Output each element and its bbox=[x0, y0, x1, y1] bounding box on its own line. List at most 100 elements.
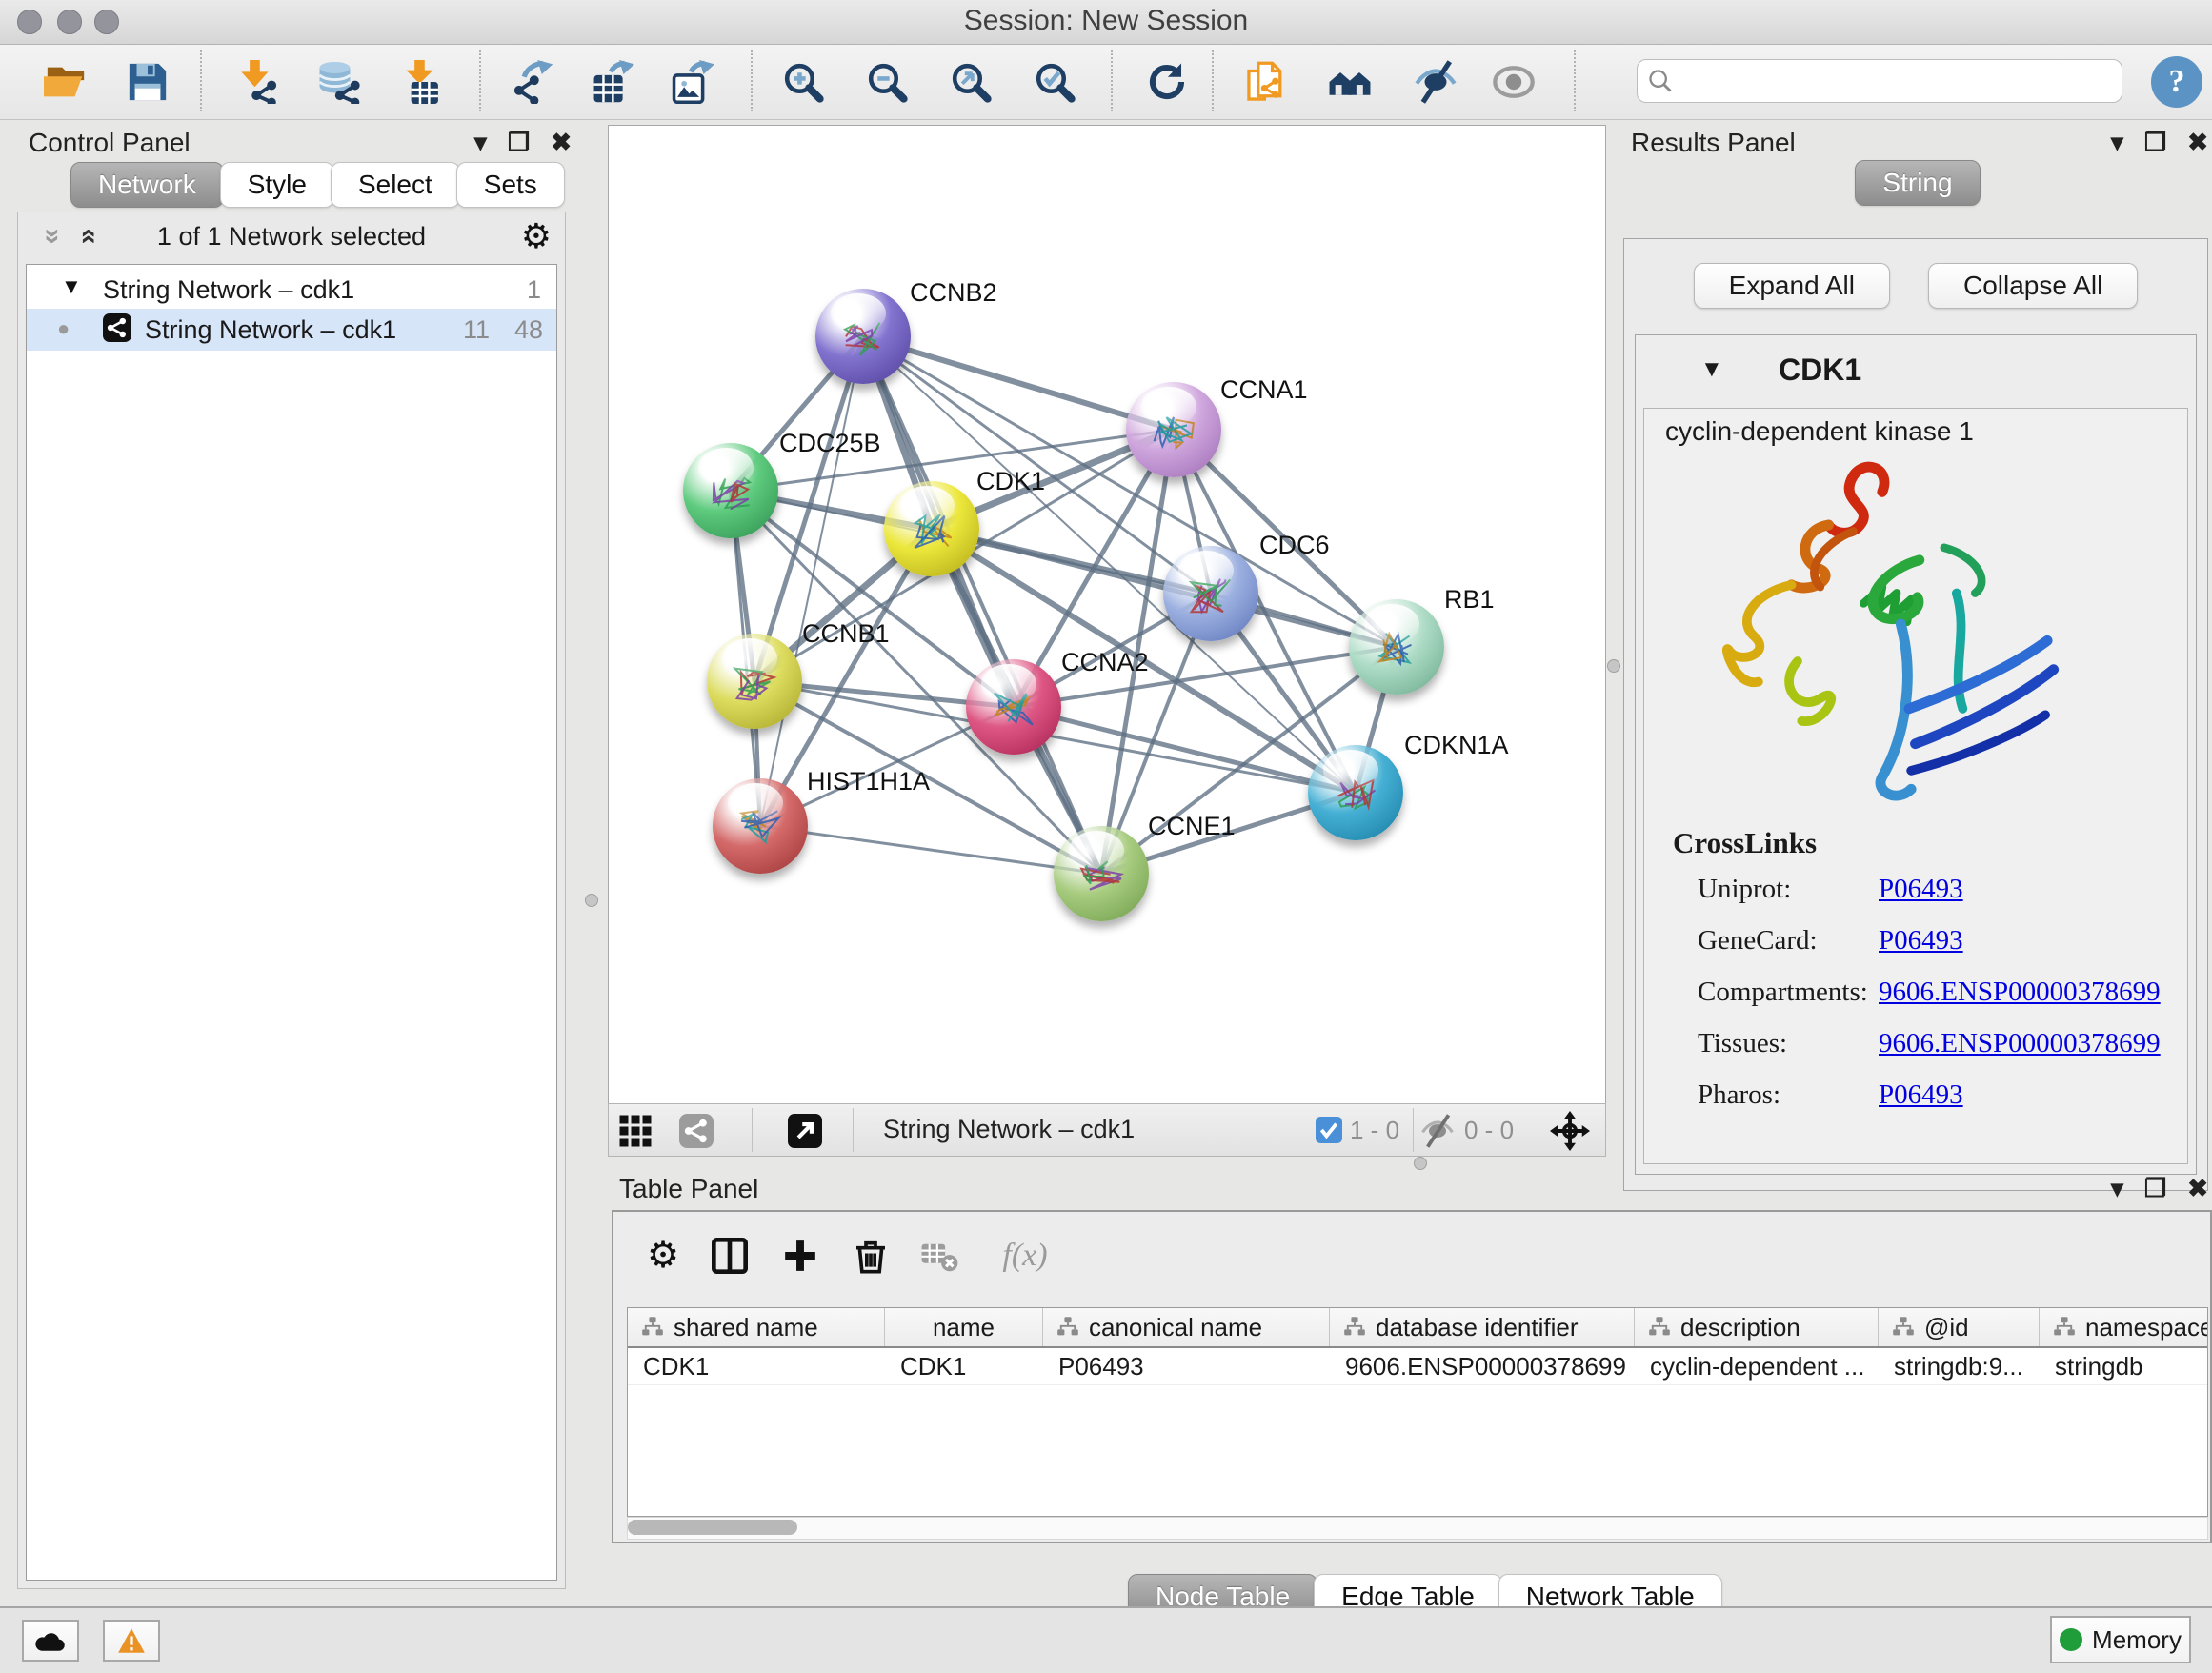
network-node-CCNB2[interactable] bbox=[815, 289, 911, 384]
crosslink-uniprot-link[interactable]: P06493 bbox=[1879, 874, 1963, 905]
export-network-button[interactable] bbox=[505, 54, 560, 110]
panel-float-icon[interactable]: ❐ bbox=[508, 128, 530, 157]
column-header-namespace[interactable]: namespace bbox=[2040, 1308, 2207, 1346]
network-collection-row[interactable]: ▼ String Network – cdk1 1 bbox=[27, 271, 556, 309]
vertical-splitter-handle[interactable] bbox=[585, 894, 598, 907]
vertical-splitter-handle[interactable] bbox=[1607, 659, 1620, 673]
network-node-CDK1[interactable] bbox=[884, 481, 979, 576]
network-canvas[interactable]: CCNB2CCNA1CDC25BCDK1CDC6RB1CCNB1CCNA2CDK… bbox=[608, 125, 1606, 1104]
column-header-shared-name[interactable]: shared name bbox=[628, 1308, 885, 1346]
pan-mode-button[interactable] bbox=[1550, 1111, 1590, 1151]
crosslink-tissues-link[interactable]: 9606.ENSP00000378699 bbox=[1879, 1028, 2161, 1059]
table-row[interactable]: CDK1 CDK1 P06493 9606.ENSP00000378699 cy… bbox=[628, 1348, 2207, 1385]
show-columns-button[interactable] bbox=[707, 1233, 753, 1279]
open-session-button[interactable] bbox=[38, 54, 93, 110]
column-header-id[interactable]: @id bbox=[1879, 1308, 2040, 1346]
panel-menu-icon[interactable]: ▾ bbox=[474, 128, 487, 157]
column-header-database-identifier[interactable]: database identifier bbox=[1330, 1308, 1635, 1346]
network-node-CCNB1[interactable] bbox=[707, 634, 802, 729]
network-node-HIST1H1A[interactable] bbox=[713, 778, 808, 874]
network-node-CCNE1[interactable] bbox=[1054, 826, 1149, 921]
tab-string[interactable]: String bbox=[1855, 160, 1980, 206]
network-options-gear-icon[interactable]: ⚙ bbox=[521, 216, 552, 256]
duplicate-network-button[interactable] bbox=[1238, 54, 1294, 110]
network-node-CCNA1[interactable] bbox=[1126, 382, 1221, 477]
column-label: canonical name bbox=[1089, 1313, 1262, 1342]
search-input[interactable] bbox=[1683, 62, 2106, 98]
selected-filter-checkbox[interactable] bbox=[1316, 1117, 1342, 1143]
network-row-selected[interactable]: ● String Network – cdk1 11 48 bbox=[27, 309, 556, 351]
import-network-database-button[interactable] bbox=[311, 54, 366, 110]
panel-close-icon[interactable]: ✖ bbox=[2187, 1174, 2208, 1203]
export-table-button[interactable] bbox=[585, 54, 640, 110]
hide-selected-button[interactable] bbox=[1408, 54, 1463, 110]
zoom-fit-button[interactable] bbox=[943, 54, 998, 110]
crosslink-genecard-link[interactable]: P06493 bbox=[1879, 925, 1963, 957]
cloud-status-button[interactable] bbox=[22, 1620, 79, 1662]
open-view-in-window-button[interactable] bbox=[788, 1114, 822, 1148]
apply-layout-button[interactable] bbox=[1139, 54, 1195, 110]
search-icon bbox=[1647, 68, 1674, 94]
entry-collapse-caret-icon[interactable]: ▼ bbox=[1700, 356, 1723, 383]
network-node-CDKN1A[interactable] bbox=[1308, 745, 1403, 840]
zoom-selected-button[interactable] bbox=[1027, 54, 1082, 110]
delete-column-button[interactable] bbox=[848, 1233, 894, 1279]
network-node-CCNA2[interactable] bbox=[966, 659, 1061, 755]
panel-menu-icon[interactable]: ▾ bbox=[2111, 128, 2123, 157]
help-button[interactable]: ? bbox=[2151, 56, 2202, 108]
node-table: shared name name canonical name database… bbox=[627, 1307, 2208, 1517]
tab-sets[interactable]: Sets bbox=[456, 162, 565, 208]
table-horizontal-scrollbar[interactable] bbox=[627, 1517, 2208, 1540]
scrollbar-thumb[interactable] bbox=[628, 1520, 797, 1535]
zoom-out-button[interactable] bbox=[859, 54, 915, 110]
tree-expand-caret-icon[interactable]: ▼ bbox=[61, 274, 82, 299]
window-minimize-light[interactable] bbox=[57, 10, 82, 34]
window-zoom-light[interactable] bbox=[94, 10, 119, 34]
hidden-filter-button[interactable] bbox=[1420, 1114, 1455, 1148]
panel-close-icon[interactable]: ✖ bbox=[2187, 128, 2208, 157]
tab-style[interactable]: Style bbox=[220, 162, 334, 208]
cell-id: stringdb:9... bbox=[1879, 1348, 2040, 1384]
delete-table-button-disabled[interactable] bbox=[916, 1233, 962, 1279]
panel-close-icon[interactable]: ✖ bbox=[551, 128, 572, 157]
crosslink-pharos-link[interactable]: P06493 bbox=[1879, 1079, 1963, 1111]
create-column-button[interactable] bbox=[777, 1233, 823, 1279]
import-table-button[interactable] bbox=[395, 54, 451, 110]
network-overview-button[interactable] bbox=[679, 1114, 714, 1148]
crosslink-label: Compartments: bbox=[1698, 977, 1868, 1008]
memory-button[interactable]: Memory bbox=[2050, 1616, 2191, 1663]
cell-shared-name: CDK1 bbox=[628, 1348, 885, 1384]
column-label: shared name bbox=[674, 1313, 818, 1342]
birds-eye-view-button[interactable] bbox=[618, 1114, 653, 1148]
table-options-button[interactable]: ⚙ bbox=[640, 1233, 686, 1279]
horizontal-splitter-handle[interactable] bbox=[1414, 1157, 1427, 1170]
panel-float-icon[interactable]: ❐ bbox=[2144, 128, 2166, 157]
show-all-button[interactable] bbox=[1486, 54, 1541, 110]
panel-float-icon[interactable]: ❐ bbox=[2144, 1174, 2166, 1203]
network-node-CDC25B[interactable] bbox=[683, 443, 778, 538]
column-header-name[interactable]: name bbox=[885, 1308, 1043, 1346]
entry-header[interactable]: ▼ CDK1 bbox=[1636, 335, 2196, 408]
network-edges[interactable] bbox=[609, 126, 1605, 1103]
network-search-field[interactable] bbox=[1637, 59, 2122, 103]
column-header-description[interactable]: description bbox=[1635, 1308, 1879, 1346]
expand-all-button[interactable]: Expand All bbox=[1694, 263, 1890, 309]
crosslink-compartments-link[interactable]: 9606.ENSP00000378699 bbox=[1879, 977, 2161, 1008]
collapse-all-button[interactable]: Collapse All bbox=[1928, 263, 2138, 309]
zoom-in-button[interactable] bbox=[775, 54, 831, 110]
window-close-light[interactable] bbox=[17, 10, 42, 34]
network-node-CDC6[interactable] bbox=[1163, 546, 1258, 641]
panel-menu-icon[interactable]: ▾ bbox=[2111, 1174, 2123, 1203]
network-node-RB1[interactable] bbox=[1349, 599, 1444, 695]
export-image-button[interactable] bbox=[665, 54, 720, 110]
tab-network[interactable]: Network bbox=[70, 162, 224, 208]
function-builder-button-disabled[interactable]: f(x) bbox=[987, 1233, 1063, 1279]
warnings-button[interactable] bbox=[103, 1620, 160, 1662]
save-session-button[interactable] bbox=[120, 54, 175, 110]
memory-status-dot-icon bbox=[2060, 1628, 2082, 1651]
column-header-canonical-name[interactable]: canonical name bbox=[1043, 1308, 1330, 1346]
import-network-file-button[interactable] bbox=[231, 54, 286, 110]
first-neighbors-button[interactable] bbox=[1322, 54, 1377, 110]
tab-select[interactable]: Select bbox=[331, 162, 460, 208]
network-selection-status: 1 of 1 Network selected bbox=[18, 222, 565, 252]
